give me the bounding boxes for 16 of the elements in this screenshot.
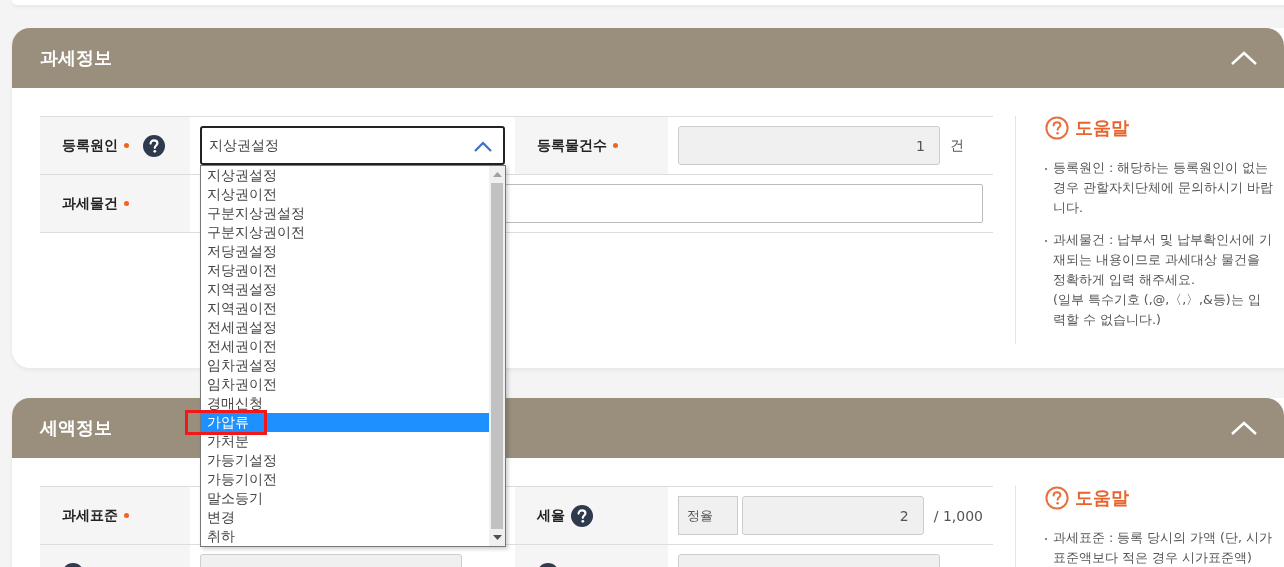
help-title: 도움말 — [1075, 116, 1129, 140]
help-text: 과세표준 : 등록 당시의 가액 (단, 시가표준액보다 적은 경우 시가표준액) — [1053, 529, 1273, 567]
field-label: 등록원인 — [62, 136, 118, 155]
help-text: 과세물건 : 납부서 및 납부확인서에 기재되는 내용이므로 과세대상 물건을 정확하게 입력 해주세요. — [1053, 231, 1273, 289]
rate-unit-label: / 1,000 — [933, 507, 983, 524]
help-note: (일부 특수기호 (,@,〈,〉,&등)는 입력할 수 없습니다.) — [1053, 291, 1262, 329]
help-text: 등록원인 : 해당하는 등록원인이 없는 경우 관할자치단체에 문의하시기 바랍니다. — [1053, 159, 1273, 217]
field-label: 과세물건 — [62, 194, 118, 213]
section-title: 과세정보 — [40, 46, 112, 70]
help-title: 도움말 — [1075, 486, 1129, 510]
field-label: 등록물건수 — [537, 136, 607, 155]
field-label: 세율 — [537, 506, 565, 525]
rate-type-field: 정율 — [678, 496, 738, 535]
unit-label: 건 — [950, 136, 964, 155]
section-title: 세액정보 — [40, 416, 112, 440]
field-label: 과세표준 — [62, 506, 118, 525]
